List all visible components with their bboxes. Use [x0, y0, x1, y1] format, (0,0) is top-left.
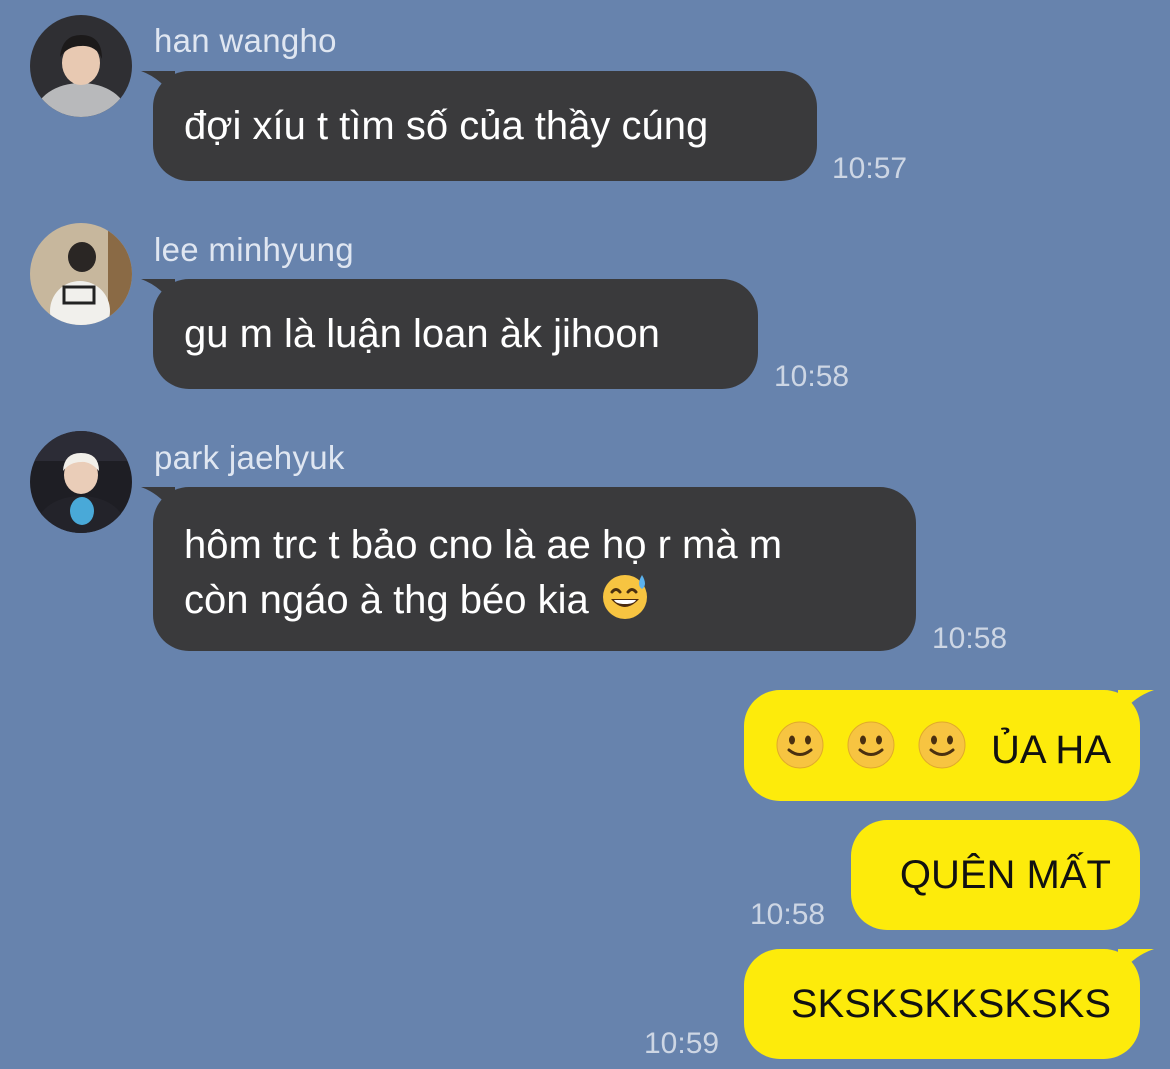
message-content: ỦA HA [774, 719, 1111, 777]
profile-photo [30, 223, 132, 325]
avatar-lee-minhyung[interactable] [30, 223, 132, 325]
bubble-tail [1118, 949, 1154, 979]
bubble-tail [141, 279, 175, 309]
message-text: ỦA HA [990, 728, 1111, 772]
slightly-smiling-emoji [918, 721, 966, 769]
message-bubble-incoming[interactable]: hôm trc t bảo cno là ae họ r mà m còn ng… [141, 487, 916, 651]
message-text-line-1: hôm trc t bảo cno là ae họ r mà m [184, 523, 783, 567]
bubble-tail [141, 71, 175, 101]
message-time: 10:59 [644, 1027, 720, 1060]
message-text: đợi xíu t tìm số của thầy cúng [184, 104, 709, 148]
message-bubble-incoming[interactable]: gu m là luận loan àk jihoon [141, 279, 758, 389]
message-bubble-outgoing[interactable]: SKSKSKKSKSKS [744, 949, 1154, 1059]
sender-name: han wangho [154, 22, 337, 59]
sender-name: park jaehyuk [154, 439, 345, 476]
profile-photo [30, 15, 132, 117]
message-text-line-2: còn ngáo à thg béo kia [184, 571, 650, 627]
message-text: gu m là luận loan àk jihoon [184, 312, 660, 356]
message-bubble-outgoing[interactable]: ỦA HA [744, 690, 1154, 801]
profile-photo [30, 431, 132, 533]
bubble-tail [141, 487, 175, 517]
message-time: 10:57 [832, 152, 908, 185]
message-bubble-outgoing[interactable]: QUÊN MẤT [851, 820, 1140, 930]
message-time: 10:58 [932, 622, 1008, 655]
bubble-tail [1118, 690, 1154, 720]
message-text: SKSKSKKSKSKS [790, 982, 1111, 1026]
grinning-sweat-emoji [602, 575, 647, 619]
message-time: 10:58 [750, 898, 826, 931]
message-time: 10:58 [774, 360, 850, 393]
sender-name: lee minhyung [154, 231, 354, 268]
slightly-smiling-emoji [776, 721, 824, 769]
message-bubble-incoming[interactable]: đợi xíu t tìm số của thầy cúng [141, 71, 817, 181]
slightly-smiling-emoji [847, 721, 895, 769]
avatar-han-wangho[interactable] [30, 15, 132, 117]
message-text: QUÊN MẤT [899, 853, 1111, 897]
message-text: còn ngáo à thg béo kia [184, 578, 589, 622]
avatar-park-jaehyuk[interactable] [30, 431, 132, 533]
